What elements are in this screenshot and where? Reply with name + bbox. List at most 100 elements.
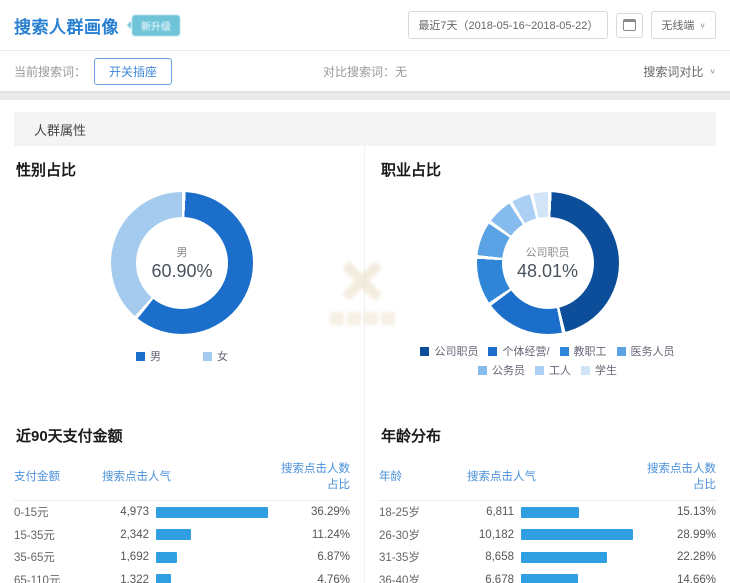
gender-center-label: 男 bbox=[177, 244, 188, 260]
row-popularity-value: 10,182 bbox=[467, 529, 521, 541]
section-divider bbox=[0, 92, 730, 100]
table-header-cell[interactable]: 搜索点击人气 bbox=[102, 468, 278, 484]
legend-swatch bbox=[560, 347, 569, 356]
legend-item: 学生 bbox=[581, 362, 617, 378]
row-label: 26-30岁 bbox=[379, 527, 467, 543]
row-popularity-value: 4,973 bbox=[102, 506, 156, 518]
occupation-donut-chart[interactable]: 公司职员 48.01% bbox=[477, 192, 619, 334]
table-header-cell[interactable]: 搜索点击人气 bbox=[467, 468, 644, 484]
legend-swatch bbox=[478, 366, 487, 375]
date-range-button[interactable]: 最近7天（2018-05-16~2018-05-22） bbox=[408, 11, 608, 39]
table-header-cell[interactable]: 支付金额 bbox=[14, 468, 102, 484]
page-header: 搜索人群画像 新升级 最近7天（2018-05-16~2018-05-22） 无… bbox=[0, 0, 730, 50]
row-label: 36-40岁 bbox=[379, 572, 467, 583]
row-popularity-value: 6,811 bbox=[467, 506, 521, 518]
occupation-chart-title: 职业占比 bbox=[381, 159, 716, 180]
table-row: 15-35元2,342 11.24% bbox=[14, 524, 350, 547]
table-header-cell[interactable]: 年龄 bbox=[379, 468, 467, 484]
row-percentage: 15.13% bbox=[644, 506, 716, 518]
row-label: 15-35元 bbox=[14, 527, 102, 543]
popularity-bar bbox=[156, 529, 191, 540]
legend-item: 教职工 bbox=[560, 343, 607, 359]
payment-table: 支付金额搜索点击人气搜索点击人数占比 0-15元4,973 36.29% 15-35元… bbox=[14, 456, 350, 583]
popularity-bar bbox=[521, 529, 633, 540]
content-area: 性别占比 男 60.90% 男女 近90天支付金额 支付金额搜索点击人气搜索点击… bbox=[0, 146, 730, 583]
row-popularity-value: 6,678 bbox=[467, 574, 521, 583]
date-range-label: 最近7天（2018-05-16~2018-05-22） bbox=[418, 17, 598, 33]
age-table-title: 年龄分布 bbox=[381, 425, 716, 446]
gender-chart-title: 性别占比 bbox=[16, 159, 350, 180]
current-term-button[interactable]: 开关插座 bbox=[94, 58, 172, 85]
popularity-bar bbox=[156, 507, 268, 518]
gender-donut-chart[interactable]: 男 60.90% bbox=[111, 192, 253, 334]
table-header-row: 支付金额搜索点击人气搜索点击人数占比 bbox=[14, 456, 350, 501]
occupation-center-value: 48.01% bbox=[517, 261, 578, 282]
table-row: 65-110元1,322 4.76% bbox=[14, 569, 350, 583]
legend-item: 公务员 bbox=[478, 362, 525, 378]
gender-chart: 男 60.90% 男女 bbox=[14, 180, 350, 412]
calendar-icon bbox=[623, 19, 636, 31]
compare-term-label: 对比搜索词：无 bbox=[323, 63, 407, 80]
section-header-crowd-attributes: 人群属性 bbox=[14, 112, 716, 146]
table-row: 0-15元4,973 36.29% bbox=[14, 501, 350, 524]
legend-swatch bbox=[203, 352, 212, 361]
gender-legend: 男女 bbox=[136, 348, 228, 364]
calendar-button[interactable] bbox=[616, 13, 643, 38]
title-badge: 新升级 bbox=[132, 15, 180, 36]
row-label: 35-65元 bbox=[14, 549, 102, 565]
current-term-label: 当前搜索词： bbox=[14, 63, 86, 80]
row-percentage: 28.99% bbox=[644, 529, 716, 541]
table-row: 31-35岁8,658 22.28% bbox=[379, 546, 716, 569]
row-label: 0-15元 bbox=[14, 504, 102, 520]
legend-swatch bbox=[136, 352, 145, 361]
occupation-legend: 公司职员个体经营/教职工医务人员公务员工人学生 bbox=[398, 343, 698, 378]
gender-center-value: 60.90% bbox=[151, 261, 212, 282]
right-column: 职业占比 公司职员 48.01% 公司职员个体经营/教职工医务人员公务员工人学生… bbox=[365, 146, 730, 583]
table-row: 36-40岁6,678 14.66% bbox=[379, 569, 716, 583]
popularity-bar bbox=[521, 574, 578, 583]
legend-swatch bbox=[535, 366, 544, 375]
legend-item: 公司职员 bbox=[420, 343, 478, 359]
row-percentage: 22.28% bbox=[644, 551, 716, 563]
row-label: 18-25岁 bbox=[379, 504, 467, 520]
legend-swatch bbox=[581, 366, 590, 375]
left-column: 性别占比 男 60.90% 男女 近90天支付金额 支付金额搜索点击人气搜索点击… bbox=[0, 146, 365, 583]
row-percentage: 11.24% bbox=[278, 529, 350, 541]
row-popularity-value: 1,692 bbox=[102, 551, 156, 563]
legend-swatch bbox=[617, 347, 626, 356]
legend-item: 医务人员 bbox=[617, 343, 675, 359]
table-header-row: 年龄搜索点击人气搜索点击人数占比 bbox=[379, 456, 716, 501]
table-row: 35-65元1,692 6.87% bbox=[14, 546, 350, 569]
popularity-bar bbox=[521, 507, 579, 518]
row-percentage: 14.66% bbox=[644, 574, 716, 583]
row-popularity-value: 8,658 bbox=[467, 551, 521, 563]
payment-table-title: 近90天支付金额 bbox=[16, 425, 350, 446]
compare-terms-dropdown[interactable]: 搜索词对比 ∨ bbox=[643, 63, 716, 80]
row-label: 65-110元 bbox=[14, 572, 102, 583]
row-popularity-value: 1,322 bbox=[102, 574, 156, 583]
terminal-dropdown[interactable]: 无线端 ∨ bbox=[651, 11, 716, 39]
row-percentage: 4.76% bbox=[278, 574, 350, 583]
chevron-down-icon: ∨ bbox=[709, 67, 716, 76]
row-percentage: 6.87% bbox=[278, 551, 350, 563]
legend-item: 个体经营/ bbox=[488, 343, 549, 359]
popularity-bar bbox=[156, 552, 177, 563]
legend-swatch bbox=[420, 347, 429, 356]
legend-item: 男 bbox=[136, 348, 161, 364]
row-percentage: 36.29% bbox=[278, 506, 350, 518]
occupation-center-label: 公司职员 bbox=[526, 244, 570, 260]
page-title: 搜索人群画像 bbox=[14, 13, 119, 38]
table-header-cell[interactable]: 搜索点击人数占比 bbox=[278, 460, 350, 492]
legend-swatch bbox=[488, 347, 497, 356]
legend-item: 工人 bbox=[535, 362, 571, 378]
age-table: 年龄搜索点击人气搜索点击人数占比18-25岁6,81115.13%26-30岁1… bbox=[379, 456, 716, 583]
table-row: 26-30岁10,182 28.99% bbox=[379, 524, 716, 547]
table-header-cell[interactable]: 搜索点击人数占比 bbox=[644, 460, 716, 492]
filter-bar: 当前搜索词： 开关插座 对比搜索词：无 搜索词对比 ∨ bbox=[0, 50, 730, 92]
row-label: 31-35岁 bbox=[379, 549, 467, 565]
row-popularity-value: 2,342 bbox=[102, 529, 156, 541]
table-row: 18-25岁6,811 15.13% bbox=[379, 501, 716, 524]
popularity-bar bbox=[156, 574, 171, 583]
chevron-down-icon: ∨ bbox=[699, 21, 706, 30]
legend-item: 女 bbox=[203, 348, 228, 364]
